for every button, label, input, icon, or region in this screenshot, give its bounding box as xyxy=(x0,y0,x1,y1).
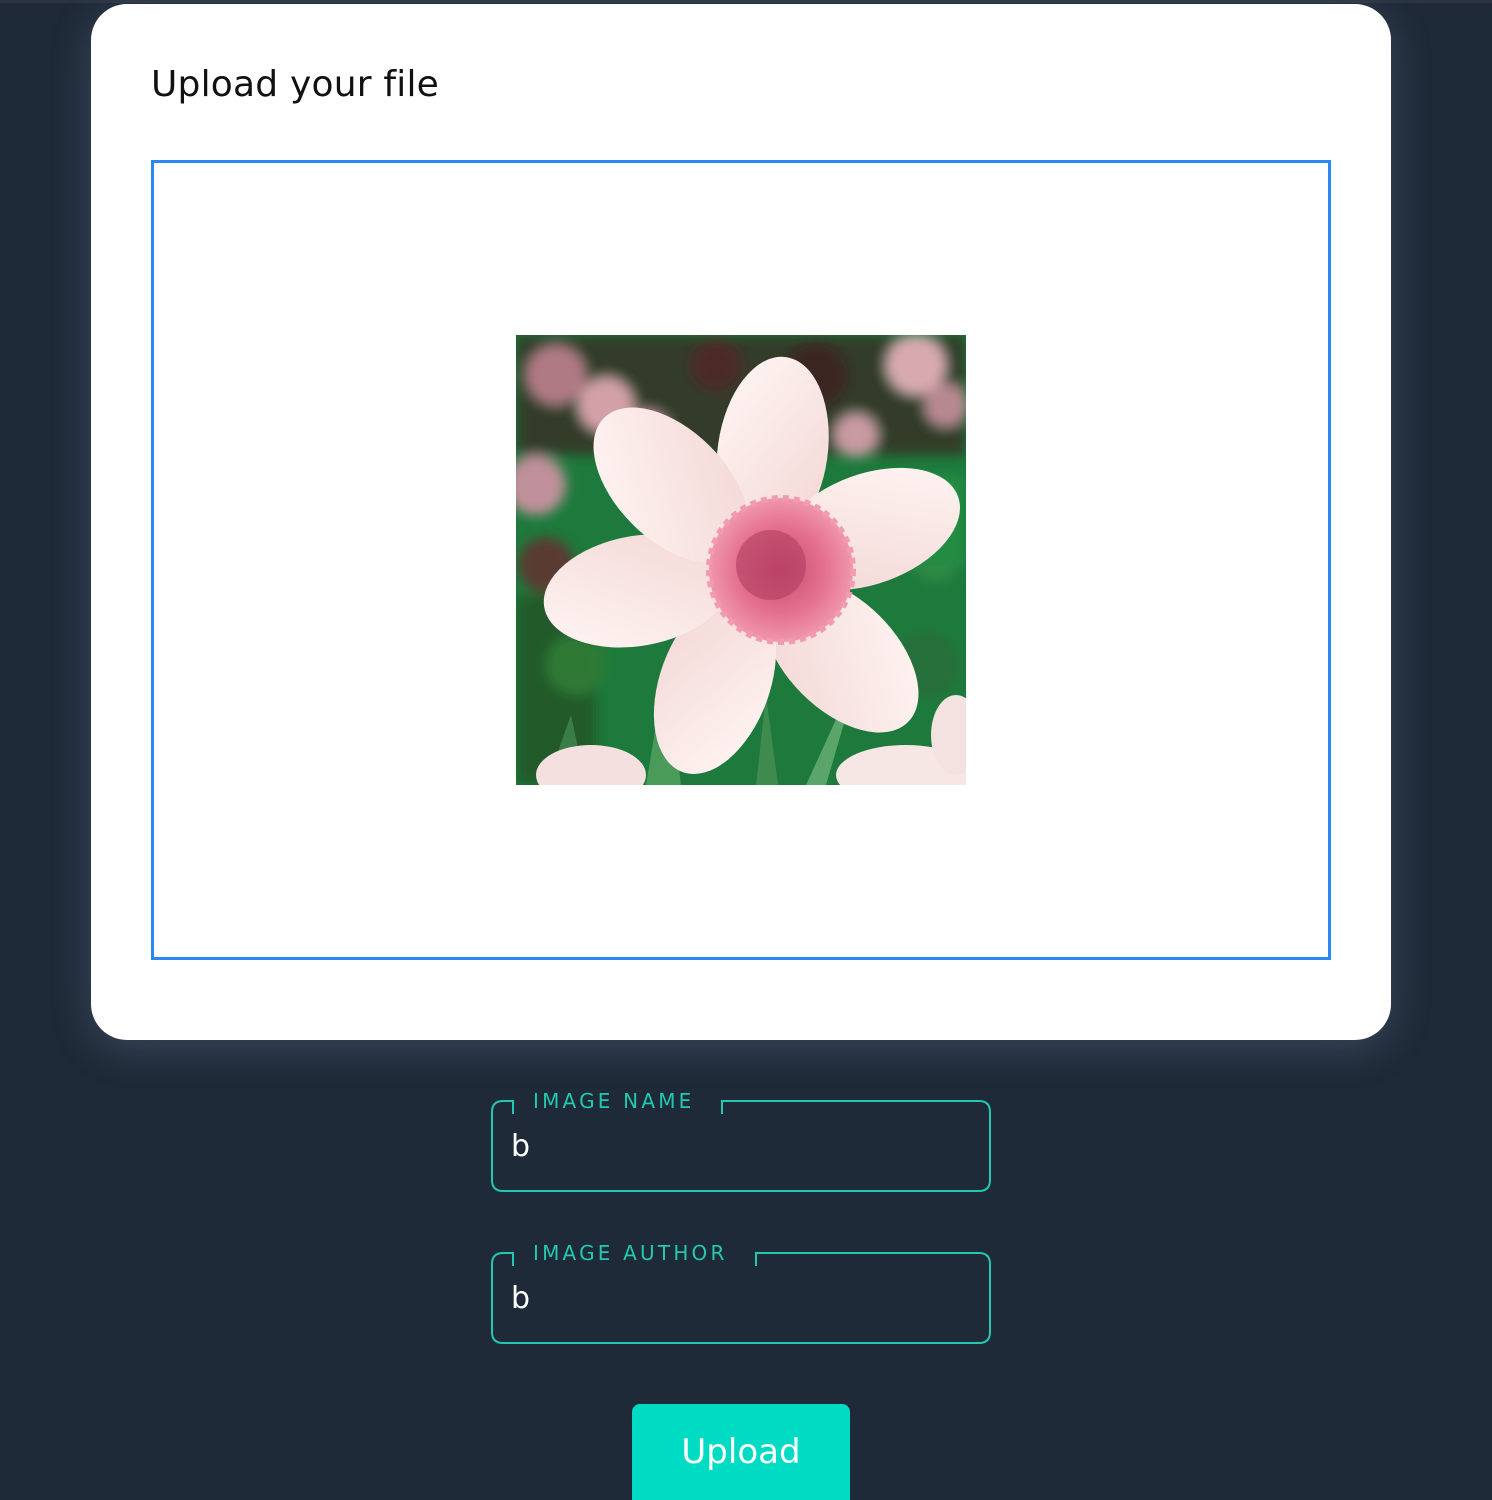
image-author-label: IMAGE AUTHOR xyxy=(533,1241,728,1265)
image-author-input[interactable] xyxy=(511,1274,971,1322)
file-dropzone[interactable] xyxy=(151,160,1331,960)
image-preview xyxy=(516,335,966,785)
image-name-label: IMAGE NAME xyxy=(533,1089,695,1113)
page-title: Upload your file xyxy=(151,64,440,105)
top-strip xyxy=(0,0,1492,3)
image-name-field[interactable]: IMAGE NAME xyxy=(491,1089,991,1192)
upload-button[interactable]: Upload xyxy=(632,1404,850,1500)
daffodil-flower-image xyxy=(516,335,966,785)
image-name-input[interactable] xyxy=(511,1122,971,1170)
upload-card: Upload your file xyxy=(91,4,1391,1040)
image-author-field[interactable]: IMAGE AUTHOR xyxy=(491,1241,991,1344)
